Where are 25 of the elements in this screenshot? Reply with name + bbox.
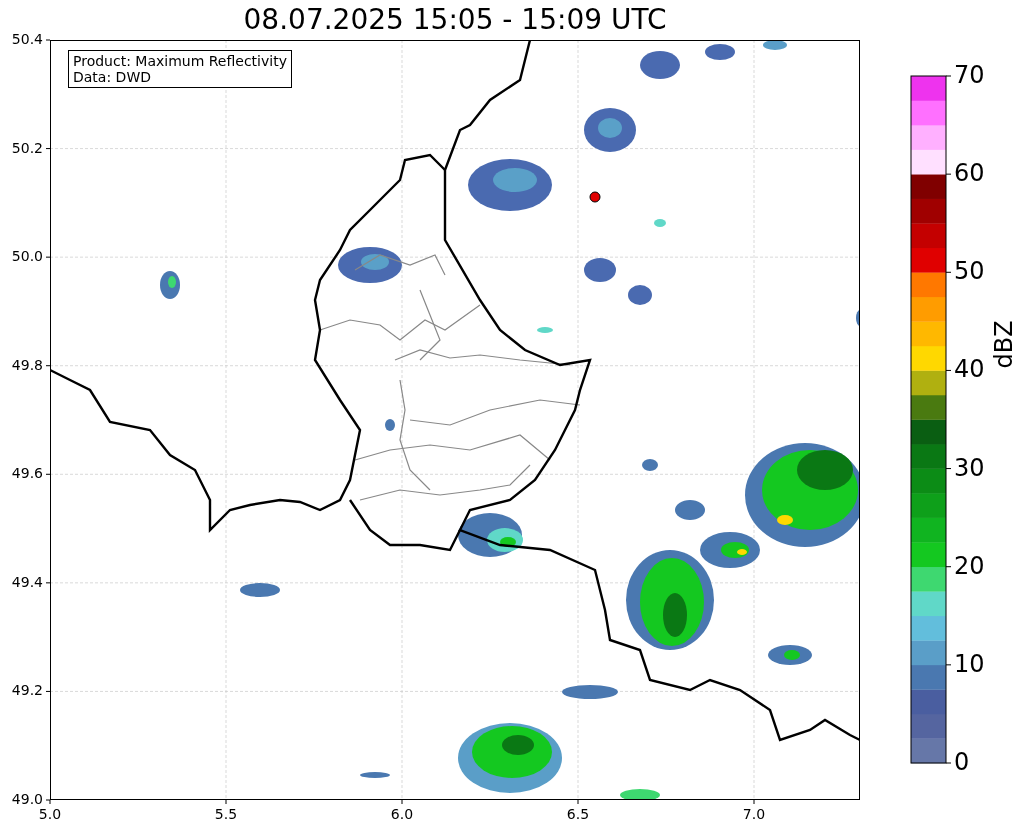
y-tick-label: 49.4 [11, 573, 43, 590]
info-text: Product: Maximum Reflectivity [73, 53, 287, 69]
y-tick-label: 50.4 [11, 31, 43, 47]
x-tick-label: 6.0 [390, 806, 414, 822]
x-tick-label: 5.5 [214, 806, 238, 822]
y-tick-label: 49.0 [11, 791, 43, 807]
colorbar-tick-label: 0 [954, 748, 970, 776]
colorbar-tick-label: 10 [954, 649, 985, 678]
x-tick-label: 6.5 [566, 806, 590, 822]
y-tick-label: 50.0 [11, 248, 43, 265]
colorbar-tick-label: 50 [954, 257, 985, 286]
x-tick-label: 5.0 [38, 806, 62, 822]
chart-title: 08.07.2025 15:05 - 15:09 UTC [243, 5, 667, 35]
colorbar-tick-label: 20 [954, 551, 985, 580]
colorbar-tick-label: 70 [954, 61, 985, 89]
colorbar-tick-label: 60 [954, 159, 985, 188]
x-tick-label: 7.0 [742, 806, 766, 822]
y-tick-label: 49.8 [11, 356, 43, 373]
colorbar-tick-label: 30 [954, 453, 985, 482]
colorbar-tick-label: 40 [954, 355, 985, 384]
colorbar-label: dBZ [990, 320, 1018, 369]
info-text: Data: DWD [73, 69, 152, 85]
y-tick-label: 49.2 [11, 682, 43, 699]
y-tick-label: 50.2 [11, 139, 43, 156]
y-tick-label: 49.6 [11, 465, 43, 482]
